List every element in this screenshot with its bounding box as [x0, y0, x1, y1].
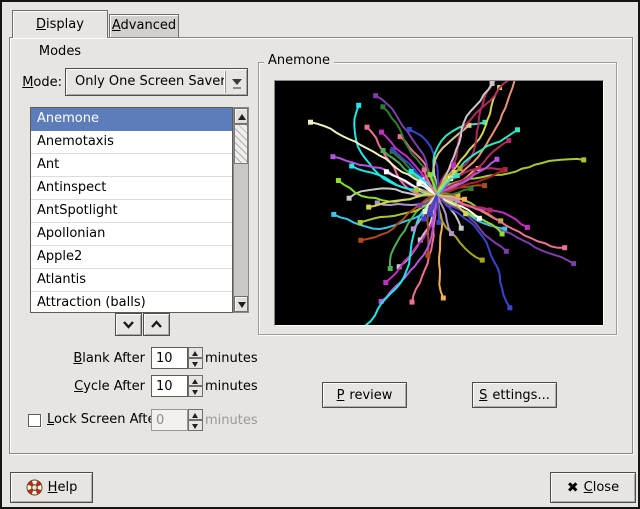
preview-button[interactable]: Preview: [322, 382, 407, 408]
lock-after-spinner[interactable]: [188, 409, 203, 431]
close-button-label: Close: [584, 480, 619, 495]
spin-down-icon: [192, 424, 198, 429]
scrollbar-down-button[interactable]: [234, 296, 248, 312]
spin-up-icon: [192, 379, 198, 384]
close-button[interactable]: ✖ Close: [550, 472, 636, 503]
scrollbar-thumb[interactable]: [234, 124, 248, 164]
mode-dropdown-value: Only One Screen Saver: [75, 69, 226, 95]
spin-up-icon: [192, 413, 198, 418]
scrollbar-up-button[interactable]: [234, 108, 248, 124]
screensaver-preferences-window: Display Modes Advanced Mode: Only One Sc…: [0, 0, 640, 509]
lock-screen-label: Lock Screen After: [47, 412, 161, 427]
lock-after-input[interactable]: [151, 409, 188, 431]
screensaver-list[interactable]: AnemoneAnemotaxisAntAntinspectAntSpotlig…: [30, 107, 233, 313]
blank-after-label: Blank After: [35, 351, 145, 366]
list-item[interactable]: Atlantis: [31, 269, 232, 292]
list-item[interactable]: Anemotaxis: [31, 131, 232, 154]
list-item[interactable]: Attraction (balls): [31, 292, 232, 313]
list-item[interactable]: Antinspect: [31, 177, 232, 200]
list-item[interactable]: Anemone: [31, 108, 232, 131]
list-item[interactable]: AntSpotlight: [31, 200, 232, 223]
list-item[interactable]: Ant: [31, 154, 232, 177]
list-next-button[interactable]: [115, 313, 142, 336]
help-button-label: Help: [48, 480, 78, 495]
list-item[interactable]: Apple2: [31, 246, 232, 269]
list-prev-button[interactable]: [143, 313, 170, 336]
lock-after-unit: minutes: [205, 413, 258, 428]
blank-after-unit: minutes: [205, 351, 258, 366]
tab-display-modes[interactable]: Display Modes: [12, 10, 108, 38]
cycle-after-spinner[interactable]: [188, 375, 203, 397]
chevron-up-icon: [150, 320, 163, 329]
mode-dropdown[interactable]: Only One Screen Saver: [65, 68, 248, 96]
list-item[interactable]: Apollonian: [31, 223, 232, 246]
help-lifesaver-icon: [26, 479, 43, 496]
tab-advanced[interactable]: Advanced: [109, 14, 179, 37]
list-scrollbar[interactable]: [233, 107, 249, 313]
lock-screen-checkbox[interactable]: [28, 414, 41, 427]
cycle-after-unit: minutes: [205, 379, 258, 394]
settings-button[interactable]: Settings...: [472, 382, 557, 408]
cycle-after-label: Cycle After: [35, 379, 145, 394]
preview-frame-label: Anemone: [264, 53, 334, 68]
arrow-down-icon: [238, 302, 246, 308]
blank-after-spinner[interactable]: [188, 347, 203, 369]
preview-image: [274, 80, 604, 326]
dropdown-arrow-icon: [225, 71, 247, 93]
cycle-after-input[interactable]: [151, 375, 188, 397]
chevron-down-icon: [122, 320, 135, 329]
close-x-icon: ✖: [567, 480, 579, 496]
spin-down-icon: [192, 390, 198, 395]
blank-after-input[interactable]: [151, 347, 188, 369]
spin-down-icon: [192, 362, 198, 367]
arrow-up-icon: [238, 114, 246, 120]
mode-label: Mode:: [20, 75, 62, 90]
help-button[interactable]: Help: [10, 472, 93, 503]
spin-up-icon: [192, 351, 198, 356]
